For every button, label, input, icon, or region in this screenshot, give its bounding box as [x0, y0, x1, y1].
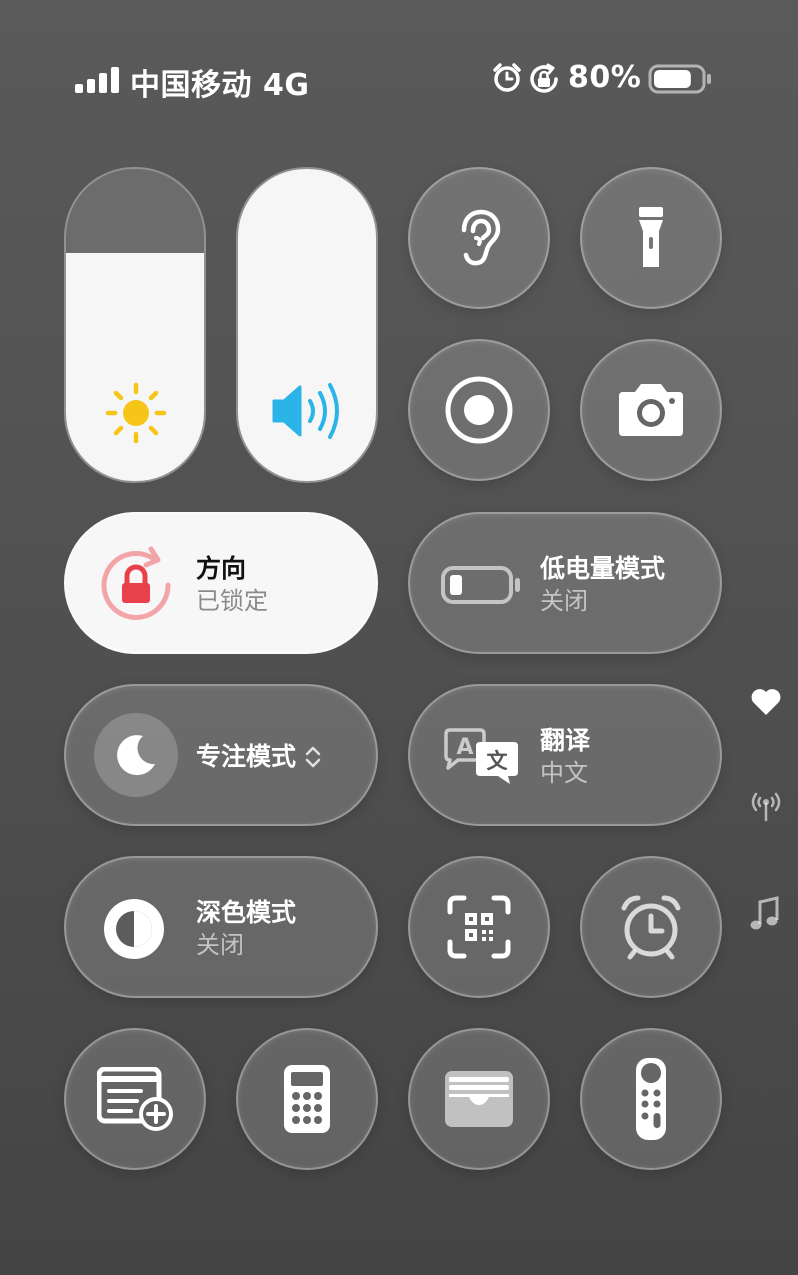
translate-language: 中文: [540, 759, 588, 787]
low-power-title: 低电量模式: [540, 554, 666, 583]
heart-icon: [750, 686, 782, 716]
status-bar: 中国移动 4G 80%: [0, 0, 798, 160]
ear-icon: [454, 208, 504, 268]
network-type: 4G: [262, 68, 310, 103]
low-power-mode-toggle[interactable]: 低电量模式 关闭: [408, 512, 722, 654]
brightness-slider-fill: [66, 253, 204, 481]
wallet-icon: [443, 1069, 515, 1129]
translate-button[interactable]: A 文 翻译 中文: [408, 684, 722, 826]
orientation-title: 方向: [196, 554, 247, 583]
volume-slider[interactable]: [236, 167, 378, 483]
sun-icon: [104, 381, 168, 445]
apple-tv-remote-button[interactable]: [580, 1028, 722, 1170]
camera-button[interactable]: [580, 339, 722, 481]
camera-icon: [615, 382, 687, 438]
battery-status-icon: [648, 64, 712, 94]
cellular-signal-icon: [74, 66, 122, 94]
battery-percentage: 80%: [568, 60, 642, 95]
wallet-button[interactable]: [408, 1028, 550, 1170]
battery-icon: [440, 565, 522, 605]
chevron-up-down-icon: [304, 744, 322, 770]
screen-record-button[interactable]: [408, 339, 550, 481]
flashlight-icon: [636, 205, 666, 271]
quick-note-button[interactable]: [64, 1028, 206, 1170]
calculator-icon: [282, 1063, 332, 1135]
translate-icon: A 文: [442, 728, 522, 788]
svg-text:文: 文: [487, 749, 509, 773]
alarm-icon: [492, 62, 522, 94]
broadcast-icon: [748, 790, 784, 822]
alarm-button[interactable]: [580, 856, 722, 998]
orientation-status: 已锁定: [196, 587, 268, 615]
carrier-name: 中国移动: [130, 68, 252, 103]
add-note-icon: [97, 1067, 173, 1131]
low-power-status: 关闭: [540, 587, 588, 615]
dark-mode-title: 深色模式: [196, 898, 297, 927]
translate-title: 翻译: [540, 726, 591, 755]
brightness-slider[interactable]: [64, 167, 206, 483]
moon-icon: [94, 713, 178, 797]
focus-mode-toggle[interactable]: 专注模式: [64, 684, 378, 826]
flashlight-button[interactable]: [580, 167, 722, 309]
svg-text:A: A: [456, 735, 473, 760]
focus-title: 专注模式: [196, 742, 297, 771]
dark-mode-status: 关闭: [196, 931, 244, 959]
dark-mode-toggle[interactable]: 深色模式 关闭: [64, 856, 378, 998]
orientation-lock-toggle[interactable]: 方向 已锁定: [64, 512, 378, 654]
orientation-lock-icon: [96, 545, 176, 625]
alarm-clock-icon: [620, 894, 682, 960]
speaker-icon: [270, 381, 348, 441]
music-note-icon: [750, 896, 780, 932]
rotation-lock-icon: [528, 63, 560, 95]
apple-tv-remote-icon: [634, 1056, 668, 1142]
qr-scanner-button[interactable]: [408, 856, 550, 998]
dark-mode-icon: [100, 895, 168, 963]
qr-scan-icon: [446, 894, 512, 960]
hearing-button[interactable]: [408, 167, 550, 309]
calculator-button[interactable]: [236, 1028, 378, 1170]
screen-record-icon: [443, 374, 515, 446]
